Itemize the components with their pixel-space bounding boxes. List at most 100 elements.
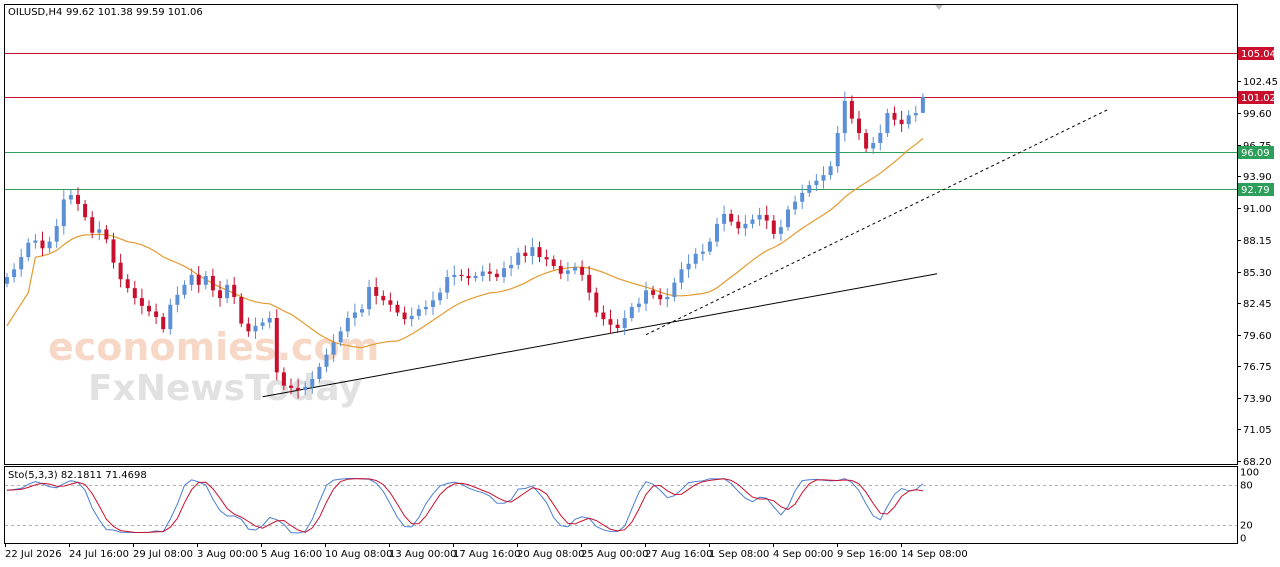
candle-body <box>686 263 691 270</box>
candle-body <box>523 252 528 257</box>
candle-body <box>551 259 556 266</box>
candle-body <box>281 372 286 386</box>
candle-body <box>885 113 890 134</box>
y-tick-label: 68.20 <box>1243 457 1272 468</box>
candle-body <box>203 275 208 285</box>
candle-body <box>431 300 435 307</box>
candle-body <box>182 284 187 295</box>
candle-body <box>509 264 514 269</box>
candle-body <box>459 274 464 276</box>
candle-body <box>5 277 9 284</box>
candle-body <box>878 133 883 143</box>
watermark: economies.com FxNewsToday <box>48 325 379 409</box>
candle-body <box>608 319 613 325</box>
candle-body <box>324 354 329 367</box>
candle-body <box>736 221 741 229</box>
candle-body <box>40 240 45 249</box>
x-tick-label: 20 Aug 08:00 <box>517 549 584 560</box>
candle-body <box>743 223 748 229</box>
candle-body <box>771 220 776 234</box>
y-tick-label: 79.60 <box>1243 331 1272 342</box>
candle-body <box>516 252 521 265</box>
y-tick-label: 88.15 <box>1243 236 1272 247</box>
candle-body <box>750 219 755 224</box>
candle-body <box>175 294 180 305</box>
stoch-axis-label: 100 <box>1240 468 1259 479</box>
candle-body <box>494 273 499 278</box>
x-tick-label: 25 Aug 00:00 <box>581 549 648 560</box>
candle-body <box>899 119 904 125</box>
candle-body <box>722 213 727 224</box>
candle-body <box>317 366 322 380</box>
level-tag-text: 92.79 <box>1241 185 1270 196</box>
candle-body <box>189 274 194 285</box>
candle-body <box>892 113 897 120</box>
candle-body <box>402 312 407 320</box>
candle-body <box>466 275 471 279</box>
candle-body <box>345 318 350 332</box>
candle-body <box>90 217 95 233</box>
candle-body <box>232 284 237 298</box>
candle-body <box>296 387 301 391</box>
trading-chart: economies.com FxNewsToday 68.20 71.05 73.9… <box>0 0 1280 567</box>
candle-body <box>764 215 769 221</box>
y-tick-label: 76.75 <box>1243 362 1272 373</box>
candle-body <box>196 274 201 285</box>
candle-body <box>565 270 570 274</box>
candle-body <box>19 257 24 270</box>
candle-body <box>83 203 88 218</box>
candle-body <box>97 229 102 233</box>
candle-body <box>218 290 222 299</box>
candle-body <box>857 118 861 134</box>
candle-body <box>473 275 478 279</box>
candle-body <box>210 275 215 291</box>
ohlc-readout: 99.62 101.38 99.59 101.06 <box>66 7 203 18</box>
candle-body <box>125 279 130 289</box>
y-tick-label: 82.45 <box>1243 299 1272 310</box>
candle-body <box>679 269 684 283</box>
candle-body <box>310 379 315 387</box>
candle-body <box>132 288 137 299</box>
candle-body <box>225 284 230 299</box>
candle-body <box>452 274 457 278</box>
candle-body <box>530 247 535 257</box>
candle-body <box>168 304 173 330</box>
x-tick-label: 29 Jul 08:00 <box>133 549 193 560</box>
stoch-axis-label: 20 <box>1240 520 1253 531</box>
candle-body <box>487 271 492 274</box>
candle-body <box>594 292 599 313</box>
candle-body <box>111 239 116 263</box>
candle-body <box>700 251 705 254</box>
y-tick-label: 93.90 <box>1243 172 1272 183</box>
stochastic-label: Sto(5,3,3) 82.1811 71.4698 <box>8 470 147 481</box>
candle-body <box>537 247 542 258</box>
candle-body <box>693 253 698 264</box>
candle-body <box>828 166 833 176</box>
candle-body <box>587 274 592 293</box>
candle-body <box>289 385 293 388</box>
y-tick-label: 91.00 <box>1243 204 1272 215</box>
candle-body <box>615 324 620 329</box>
x-tick-label: 13 Aug 00:00 <box>389 549 456 560</box>
x-tick-label: 10 Aug 08:00 <box>325 549 392 560</box>
candle-body <box>395 304 400 313</box>
x-tick-label: 24 Jul 16:00 <box>69 549 129 560</box>
candle-body <box>573 267 577 271</box>
candle-body <box>580 267 585 275</box>
x-tick-label: 14 Sep 08:00 <box>901 549 968 560</box>
candle-body <box>274 318 279 373</box>
level-tag-text: 101.02 <box>1241 93 1276 104</box>
candle-body <box>12 269 17 278</box>
candle-body <box>786 209 790 228</box>
candle-body <box>835 133 840 167</box>
y-tick-label: 73.90 <box>1243 394 1272 405</box>
y-tick-label: 102.45 <box>1243 77 1278 88</box>
x-tick-label: 4 Sep 00:00 <box>773 549 833 560</box>
candle-body <box>303 386 308 391</box>
candle-body <box>502 268 506 278</box>
symbol-timeframe: OILUSD,H4 <box>8 7 62 18</box>
candle-body <box>416 309 421 316</box>
candle-body <box>68 195 73 200</box>
candle-body <box>331 342 336 355</box>
candle-body <box>374 287 379 296</box>
